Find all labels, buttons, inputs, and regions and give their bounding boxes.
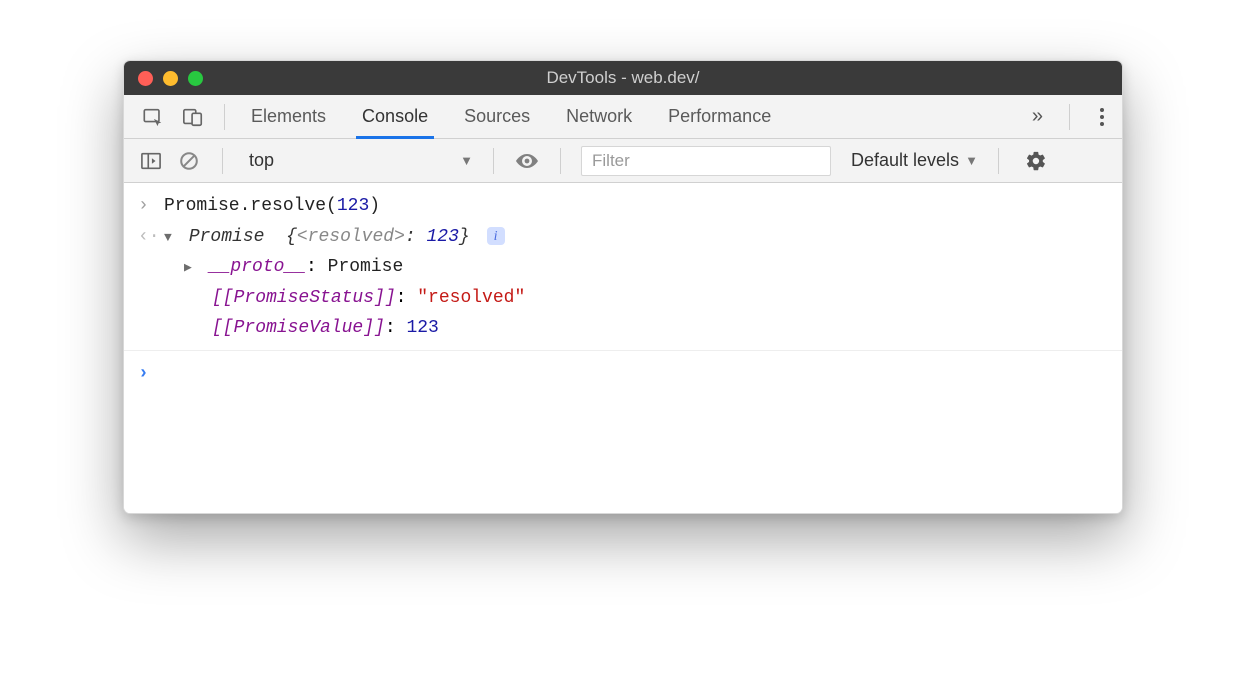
expand-icon[interactable]: ▶ <box>184 257 198 279</box>
live-expression-icon[interactable] <box>514 148 540 174</box>
maximize-window-button[interactable] <box>188 71 203 86</box>
object-property-row[interactable]: ▶ __proto__: Promise <box>124 252 1122 283</box>
devtools-tabbar: Elements Console Sources Network Perform… <box>124 95 1122 139</box>
property-value: 123 <box>406 318 438 338</box>
input-marker-icon: › <box>138 191 164 222</box>
tabbar-divider <box>224 104 225 130</box>
console-result-row[interactable]: ‹· ▼ Promise {<resolved>: 123} i <box>124 222 1122 253</box>
tab-elements[interactable]: Elements <box>233 95 344 139</box>
collapse-icon[interactable]: ▼ <box>164 227 178 249</box>
property-value: "resolved" <box>417 288 525 308</box>
close-window-button[interactable] <box>138 71 153 86</box>
toolbar-divider <box>560 148 561 174</box>
select-element-icon[interactable] <box>140 104 166 130</box>
toggle-sidebar-icon[interactable] <box>138 148 164 174</box>
object-type: Promise <box>189 227 265 247</box>
log-levels-selector[interactable]: Default levels ▼ <box>851 150 978 171</box>
levels-label: Default levels <box>851 150 959 171</box>
tab-label: Network <box>566 106 632 127</box>
menu-icon[interactable] <box>1096 104 1108 130</box>
clear-console-icon[interactable] <box>176 148 202 174</box>
traffic-lights <box>138 71 203 86</box>
output-marker-icon: ‹· <box>138 222 164 253</box>
context-label: top <box>249 150 274 171</box>
property-value: Promise <box>328 257 404 277</box>
window-titlebar: DevTools - web.dev/ <box>124 61 1122 95</box>
console-toolbar: top ▼ Default levels ▼ <box>124 139 1122 183</box>
tab-network[interactable]: Network <box>548 95 650 139</box>
overflow-icon[interactable]: » <box>1032 105 1043 128</box>
tab-label: Sources <box>464 106 530 127</box>
object-property-row: [[PromiseValue]]: 123 <box>124 313 1122 344</box>
chevron-down-icon: ▼ <box>965 153 978 168</box>
code-arg: 123 <box>337 196 369 216</box>
property-key: [[PromiseValue]] <box>212 318 385 338</box>
chevron-down-icon: ▼ <box>460 153 473 168</box>
tab-sources[interactable]: Sources <box>446 95 548 139</box>
tab-console[interactable]: Console <box>344 95 446 139</box>
toolbar-divider <box>493 148 494 174</box>
devtools-window: DevTools - web.dev/ Elements Console Sou… <box>123 60 1123 514</box>
window-title: DevTools - web.dev/ <box>124 68 1122 88</box>
info-icon[interactable]: i <box>487 227 505 245</box>
console-input-echo: › Promise.resolve(123) <box>124 191 1122 222</box>
property-key: __proto__ <box>209 257 306 277</box>
minimize-window-button[interactable] <box>163 71 178 86</box>
context-selector[interactable]: top ▼ <box>243 146 473 176</box>
console-settings-icon[interactable] <box>1023 148 1049 174</box>
tab-label: Performance <box>668 106 771 127</box>
filter-input[interactable] <box>581 146 831 176</box>
console-prompt[interactable]: › <box>124 357 1122 390</box>
toolbar-divider <box>998 148 999 174</box>
tab-label: Elements <box>251 106 326 127</box>
console-output: › Promise.resolve(123) ‹· ▼ Promise {<re… <box>124 183 1122 513</box>
object-property-row: [[PromiseStatus]]: "resolved" <box>124 283 1122 314</box>
tab-performance[interactable]: Performance <box>650 95 789 139</box>
prompt-marker-icon: › <box>138 359 164 390</box>
tabbar-divider <box>1069 104 1070 130</box>
code-fn: Promise.resolve <box>164 196 326 216</box>
tab-label: Console <box>362 106 428 127</box>
device-toggle-icon[interactable] <box>180 104 206 130</box>
object-value: 123 <box>427 227 459 247</box>
console-separator <box>124 350 1122 351</box>
toolbar-divider <box>222 148 223 174</box>
object-state: <resolved> <box>297 227 405 247</box>
property-key: [[PromiseStatus]] <box>212 288 396 308</box>
